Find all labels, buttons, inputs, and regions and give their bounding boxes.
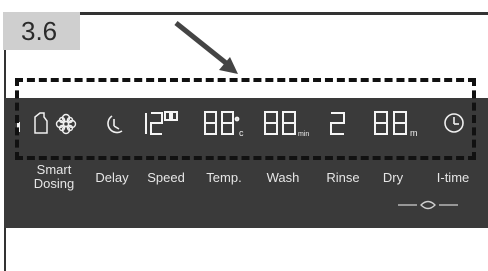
label-speed: Speed [147, 170, 185, 185]
label-itime: I-time [436, 170, 470, 185]
dashed-highlight-box [15, 78, 476, 160]
label-delay: Delay [95, 170, 129, 185]
steam-icon [398, 200, 458, 210]
label-wash: Wash [266, 170, 300, 185]
label-rinse: Rinse [326, 170, 360, 185]
label-smart-dosing: Smart Dosing [33, 162, 75, 191]
label-dry: Dry [382, 170, 404, 185]
label-temp: Temp. [206, 170, 242, 185]
